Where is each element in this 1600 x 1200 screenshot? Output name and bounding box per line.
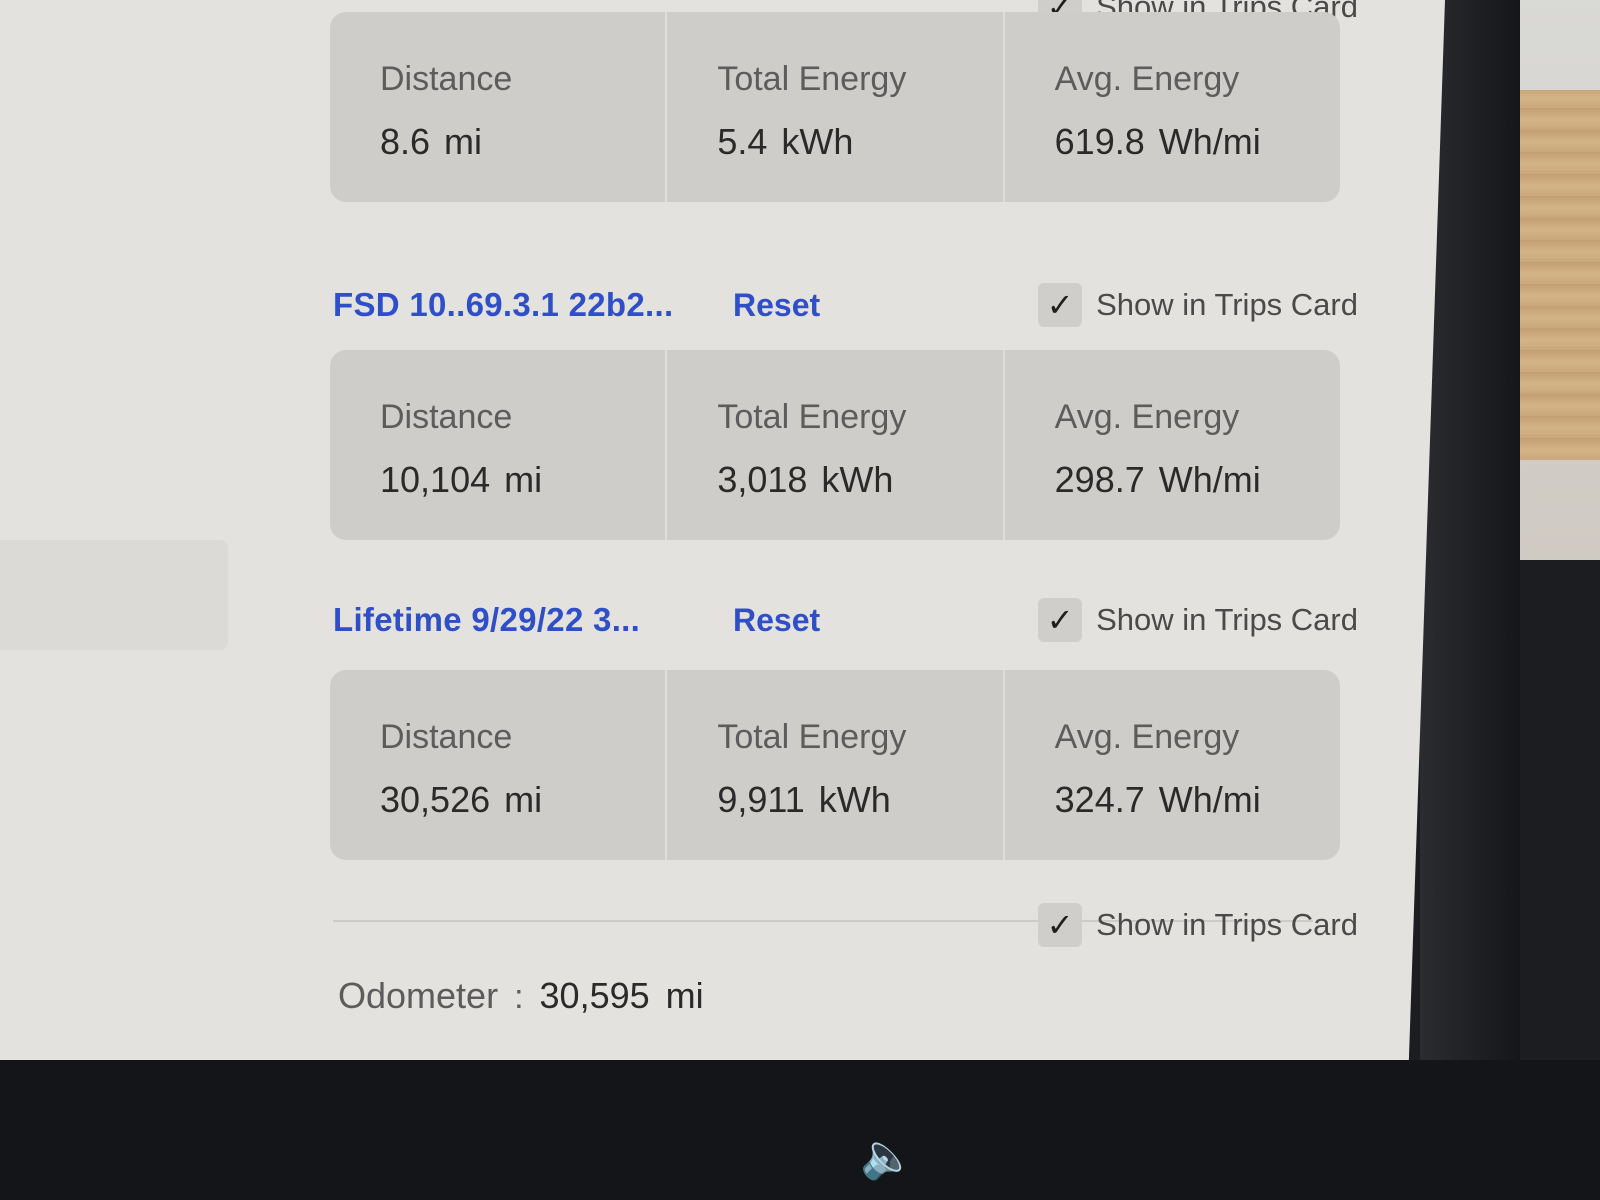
trip-2-reset-button[interactable]: Reset <box>733 287 820 324</box>
odometer-label: Odometer <box>338 975 499 1016</box>
energy-value: 5.4 kWh <box>717 121 854 162</box>
energy-value: 9,911 kWh <box>717 779 891 820</box>
avg-energy-label: Avg. Energy <box>1054 718 1240 756</box>
energy-label: Total Energy <box>717 60 907 98</box>
check-icon: ✓ <box>1046 907 1074 943</box>
distance-label: Distance <box>380 398 513 436</box>
avg-energy-value: 619.8 Wh/mi <box>1054 121 1261 162</box>
avg-energy-label: Avg. Energy <box>1054 398 1240 436</box>
odometer-show-label: Show in Trips Card <box>1096 907 1358 942</box>
trip-2-title[interactable]: FSD 10..69.3.1 22b2... <box>333 286 733 324</box>
trips-screen: ✓ Show in Trips Card Distance 8.6mi Tota… <box>0 0 1445 1060</box>
energy-value: 3,018 kWh <box>717 459 894 500</box>
energy-label: Total Energy <box>717 718 907 756</box>
trip-1-total-energy: Total Energy 5.4 kWh <box>665 12 1002 202</box>
trip-3-title[interactable]: Lifetime 9/29/22 3... <box>333 601 733 639</box>
distance-value: 30,526 mi <box>380 779 543 820</box>
trip-3-show-label: Show in Trips Card <box>1096 602 1358 637</box>
trip-2-avg-energy: Avg. Energy 298.7 Wh/mi <box>1002 350 1340 540</box>
odometer-row: Odometer : 30,595 mi <box>338 975 704 1017</box>
odometer-header: ✓ Show in Trips Card <box>333 900 1358 950</box>
check-icon: ✓ <box>1046 287 1074 323</box>
check-icon: ✓ <box>1046 602 1074 638</box>
side-panel-tab[interactable] <box>0 540 228 650</box>
volume-icon[interactable]: 🔈 <box>860 1130 915 1182</box>
distance-label: Distance <box>380 60 513 98</box>
trip-2-distance: Distance 10,104 mi <box>330 350 665 540</box>
trip-3-show-toggle[interactable]: ✓ Show in Trips Card <box>1038 598 1358 642</box>
odometer-unit: mi <box>665 975 704 1016</box>
odometer-checkbox[interactable]: ✓ <box>1038 903 1083 947</box>
avg-energy-label: Avg. Energy <box>1054 60 1240 98</box>
trip-3-header: Lifetime 9/29/22 3... Reset ✓ Show in Tr… <box>333 595 1358 645</box>
trip-1-avg-energy: Avg. Energy 619.8 Wh/mi <box>1002 12 1340 202</box>
odometer-value: 30,595 <box>539 975 650 1016</box>
trip-2-show-toggle[interactable]: ✓ Show in Trips Card <box>1038 283 1358 327</box>
trip-1-distance: Distance 8.6 mi <box>330 12 665 202</box>
trip-2-checkbox[interactable]: ✓ <box>1038 283 1083 327</box>
distance-label: Distance <box>380 718 513 756</box>
background-wood <box>1520 90 1600 460</box>
trip-2-show-label: Show in Trips Card <box>1096 287 1358 322</box>
distance-value: 10,104 mi <box>380 459 543 500</box>
odometer-separator: : <box>514 978 524 1016</box>
avg-energy-value: 298.7 Wh/mi <box>1054 459 1261 500</box>
trip-1-card: Distance 8.6 mi Total Energy 5.4 kWh Avg. … <box>330 12 1340 202</box>
bottom-bar <box>0 1060 1600 1200</box>
energy-label: Total Energy <box>717 398 907 436</box>
trip-3-distance: Distance 30,526 mi <box>330 670 665 860</box>
trip-3-total-energy: Total Energy 9,911 kWh <box>665 670 1002 860</box>
odometer-show-toggle[interactable]: ✓ Show in Trips Card <box>1038 903 1358 947</box>
distance-value: 8.6 mi <box>380 121 483 162</box>
trip-3-card: Distance 30,526 mi Total Energy 9,911 kWh … <box>330 670 1340 860</box>
trip-3-avg-energy: Avg. Energy 324.7 Wh/mi <box>1002 670 1340 860</box>
trip-2-header: FSD 10..69.3.1 22b2... Reset ✓ Show in T… <box>333 280 1358 330</box>
trip-3-reset-button[interactable]: Reset <box>733 602 820 639</box>
trip-3-checkbox[interactable]: ✓ <box>1038 598 1083 642</box>
trip-2-card: Distance 10,104 mi Total Energy 3,018 kWh … <box>330 350 1340 540</box>
trip-2-total-energy: Total Energy 3,018 kWh <box>665 350 1002 540</box>
avg-energy-value: 324.7 Wh/mi <box>1054 779 1261 820</box>
